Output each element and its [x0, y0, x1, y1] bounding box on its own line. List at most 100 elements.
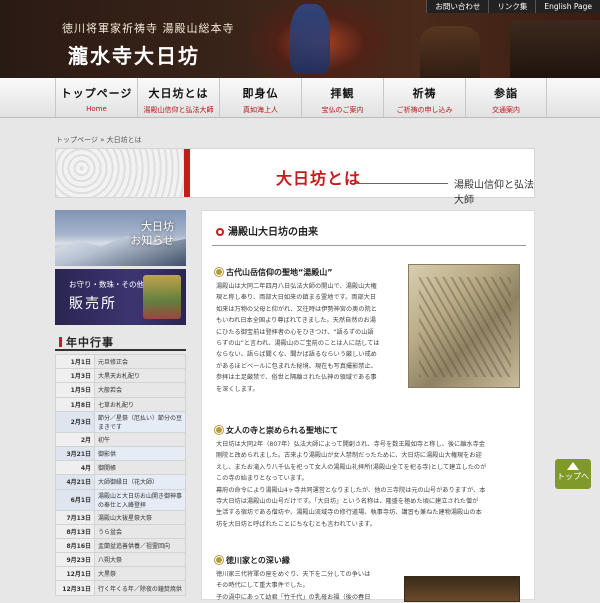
- event-date: 8月13日: [55, 523, 95, 539]
- event-row: 8月16日 盂蘭盆追善供養／祖霊回向: [55, 537, 186, 554]
- top-links: お問い合わせ リンク集 English Page: [426, 0, 600, 13]
- event-date: 12月1日: [55, 566, 95, 582]
- text-line: 生活する宿坊である僧坊や、湯殿山流域寺の修行道場、執事寺坊、講習も兼ねた建物湯殿…: [216, 509, 482, 517]
- text-line: 徳川家三代将軍の座をめぐり、天下を二分しての争いは: [216, 571, 371, 578]
- event-row: 8月13日 うら盆会: [55, 523, 186, 539]
- nav-item-visit[interactable]: 拝観 宝仏のご案内: [301, 78, 383, 117]
- shop-banner[interactable]: お守り・数珠・その他 販売所: [55, 269, 186, 325]
- event-name: 御影供: [94, 445, 186, 462]
- text-line: 現と称し奉り、両部大日如来の鎮まる霊地です。両部大日: [216, 294, 377, 302]
- event-row: 9月23日 八朔大祭: [55, 552, 186, 568]
- text-line: 幕府の命令により湯殿山4ヶ寺共同運営となりましたが、他の三寺院は元の山号がありま…: [216, 486, 486, 494]
- text-line: 剛院と改められました。古来より湯殿山が女人禁制だったために、大日坊に湯殿山大権現…: [216, 452, 482, 460]
- page-title-banner: 大日坊とは 湯殿山信仰と弘法大師: [55, 148, 535, 206]
- header-buddha-statue-image: [290, 4, 330, 74]
- event-row: 6月1日 湯殿山と大日坊お山開き御神事の奉仕と入峰登拝: [55, 488, 186, 511]
- site-subtitle: 徳川将軍家祈祷寺 湯殿山総本寺: [62, 22, 235, 35]
- section-divider: [212, 245, 526, 246]
- artifact-image: [404, 576, 520, 602]
- event-row: 12月1日 大黒祭: [55, 566, 186, 582]
- text-line: その時代にして重大事件でした。: [216, 582, 309, 590]
- text-line: らずの山”と言われ、湯殿山のご宝前のことは人に話しては: [216, 340, 380, 348]
- nav-item-sokushinbutsu[interactable]: 即身仏 真如海上人: [219, 78, 301, 117]
- text-line: を深くします。: [216, 385, 259, 393]
- text-line: にひたる御宝前は登拝者の心をひきつけ、“語るずの山語: [216, 328, 374, 336]
- site-logo-title[interactable]: 瀧水寺大日坊: [68, 40, 200, 69]
- event-date: 1月8日: [55, 396, 95, 412]
- text-line: ならない、語らば聞くな、聞かば語るならいう厳しい戒め: [216, 351, 377, 359]
- event-name: 湯殿山と大日坊お山開き御神事の奉仕と入峰登拝: [94, 488, 186, 511]
- links-link[interactable]: リンク集: [488, 0, 536, 13]
- event-date: 8月16日: [55, 537, 95, 554]
- main-nav: トップページ Home 大日坊とは 湯殿山信仰と弘法大師 即身仏 真如海上人 拝…: [0, 78, 600, 118]
- main-content: 湯殿山大日坊の由来 古代山岳信仰の聖地“湯殿山” 湯殿山は大同二年四月八日弘法大…: [201, 210, 535, 603]
- event-name: 盂蘭盆追善供養／祖霊回向: [94, 537, 186, 554]
- header-statue-image: [420, 26, 480, 78]
- events-heading: 年中行事: [55, 331, 186, 351]
- event-date: 2月3日: [55, 410, 95, 433]
- page-top-button[interactable]: トップへ: [555, 459, 591, 489]
- breadcrumb[interactable]: トップページ » 大日坊とは: [56, 135, 142, 145]
- event-name: 行く年くる年／除夜の鐘焚焼供: [94, 580, 186, 596]
- text-line: えし、またお滝入り八千仏を祀って女人の湯殿山礼拝所(湯殿山全てを祀る寺)として建…: [216, 463, 487, 471]
- nav-item-about[interactable]: 大日坊とは 湯殿山信仰と弘法大師: [137, 78, 219, 117]
- site-header: 徳川将軍家祈祷寺 湯殿山総本寺 瀧水寺大日坊 お問い合わせ リンク集 Engli…: [0, 0, 600, 78]
- event-row: 2月3日 節分／星祭（厄払い）節分の豆まきです: [55, 410, 186, 433]
- section-title: 湯殿山大日坊の由来: [216, 223, 318, 238]
- event-date: 4月: [55, 460, 95, 476]
- event-name: 八朔大祭: [94, 552, 186, 568]
- event-date: 1月5日: [55, 382, 95, 398]
- event-name: 大黒祭: [94, 566, 186, 582]
- event-date: 1月3日: [55, 368, 95, 384]
- event-name: 七草お札配り: [94, 396, 186, 412]
- text-line: 大日坊は大同2年（807年）弘法大師によって開創され、寺号を数王殿如寺と称し、後…: [216, 441, 485, 448]
- event-date: 3月21日: [55, 445, 95, 462]
- event-date: 1月1日: [55, 353, 95, 370]
- text-line: 如来は万物の父母と仰がれ、又往時は伊勢神宮の奥の院と: [216, 305, 377, 313]
- contact-link[interactable]: お問い合わせ: [426, 0, 489, 13]
- event-name: 節分／星祭（厄払い）節分の豆まきです: [94, 410, 186, 433]
- event-date: 2月: [55, 431, 95, 447]
- english-page-link[interactable]: English Page: [535, 0, 600, 13]
- event-row: 3月21日 御影供: [55, 445, 186, 462]
- text-line: もいわれ日本全国より尊ばれてきました。天然自然のお湯: [216, 317, 376, 325]
- event-date: 4月21日: [55, 474, 95, 490]
- event-name: 湯殿山大祓星祭大祭: [94, 509, 186, 525]
- event-name: うら盆会: [94, 523, 186, 539]
- event-row: 4月 御開帳: [55, 460, 186, 476]
- circle-icon: [216, 228, 224, 236]
- banner-divider: [356, 183, 448, 184]
- nav-item-prayer[interactable]: 祈祷 ご祈祷の申し込み: [383, 78, 465, 117]
- heading-tokugawa: 徳川家との深い縁: [216, 555, 290, 566]
- banner-pattern: [56, 149, 184, 197]
- text-line: この寺の始まりとなっています。: [216, 475, 308, 483]
- event-date: 9月23日: [55, 552, 95, 568]
- text-line: 子の渦中にあって幼君「竹千代」の乳母お福（後の春日: [216, 593, 371, 601]
- event-row: 7月13日 湯殿山大祓星祭大祭: [55, 509, 186, 525]
- text-line: 寺大日坊は湯殿山の山号だけです。「大日坊」という名称は、隆盛を極めた頃に建立され…: [216, 498, 479, 506]
- paragraph-tokugawa: 徳川家三代将軍の座をめぐり、天下を二分しての争いは その時代にして重大事件でした。…: [216, 569, 401, 603]
- event-row: 1月8日 七草お札配り: [55, 396, 186, 412]
- event-row: 1月5日 大般若会: [55, 382, 186, 398]
- event-date: 12月31日: [55, 580, 95, 596]
- event-row: 4月21日 大師御縁日（花大師）: [55, 474, 186, 490]
- event-date: 6月1日: [55, 488, 95, 511]
- event-name: 御開帳: [94, 460, 186, 476]
- news-banner[interactable]: 大日坊 お知らせ: [55, 210, 186, 266]
- text-line: 湯殿山は大同二年四月八日弘法大師の開山で、湯殿山大権: [216, 283, 377, 290]
- paragraph-ancient-worship: 湯殿山は大同二年四月八日弘法大師の開山で、湯殿山大権 現と称し奉り、両部大日如来の…: [216, 281, 406, 395]
- nav-item-home[interactable]: トップページ Home: [55, 78, 137, 117]
- landscape-scroll-painting: [408, 264, 520, 388]
- text-line: 参拝は土足厳禁で、俗世と隔離された仏神の領域である事: [216, 374, 377, 382]
- event-name: 大師御縁日（花大師）: [94, 474, 186, 490]
- event-name: 元旦修正会: [94, 353, 186, 370]
- event-row: 12月31日 行く年くる年／除夜の鐘焚焼供: [55, 580, 186, 596]
- text-line: 坊を大日坊と呼ばれたことにちなむとも言われています。: [216, 520, 376, 528]
- heading-women-temple: 女人の寺と崇められる聖地にて: [216, 425, 338, 436]
- event-row: 2月 初午: [55, 431, 186, 447]
- heading-ancient-worship: 古代山岳信仰の聖地“湯殿山”: [216, 267, 333, 278]
- event-row: 1月3日 大黒天お札配り: [55, 368, 186, 384]
- nav-item-access[interactable]: 参詣 交通案内: [465, 78, 547, 117]
- event-row: 1月1日 元旦修正会: [55, 353, 186, 370]
- event-name: 大黒天お札配り: [94, 368, 186, 384]
